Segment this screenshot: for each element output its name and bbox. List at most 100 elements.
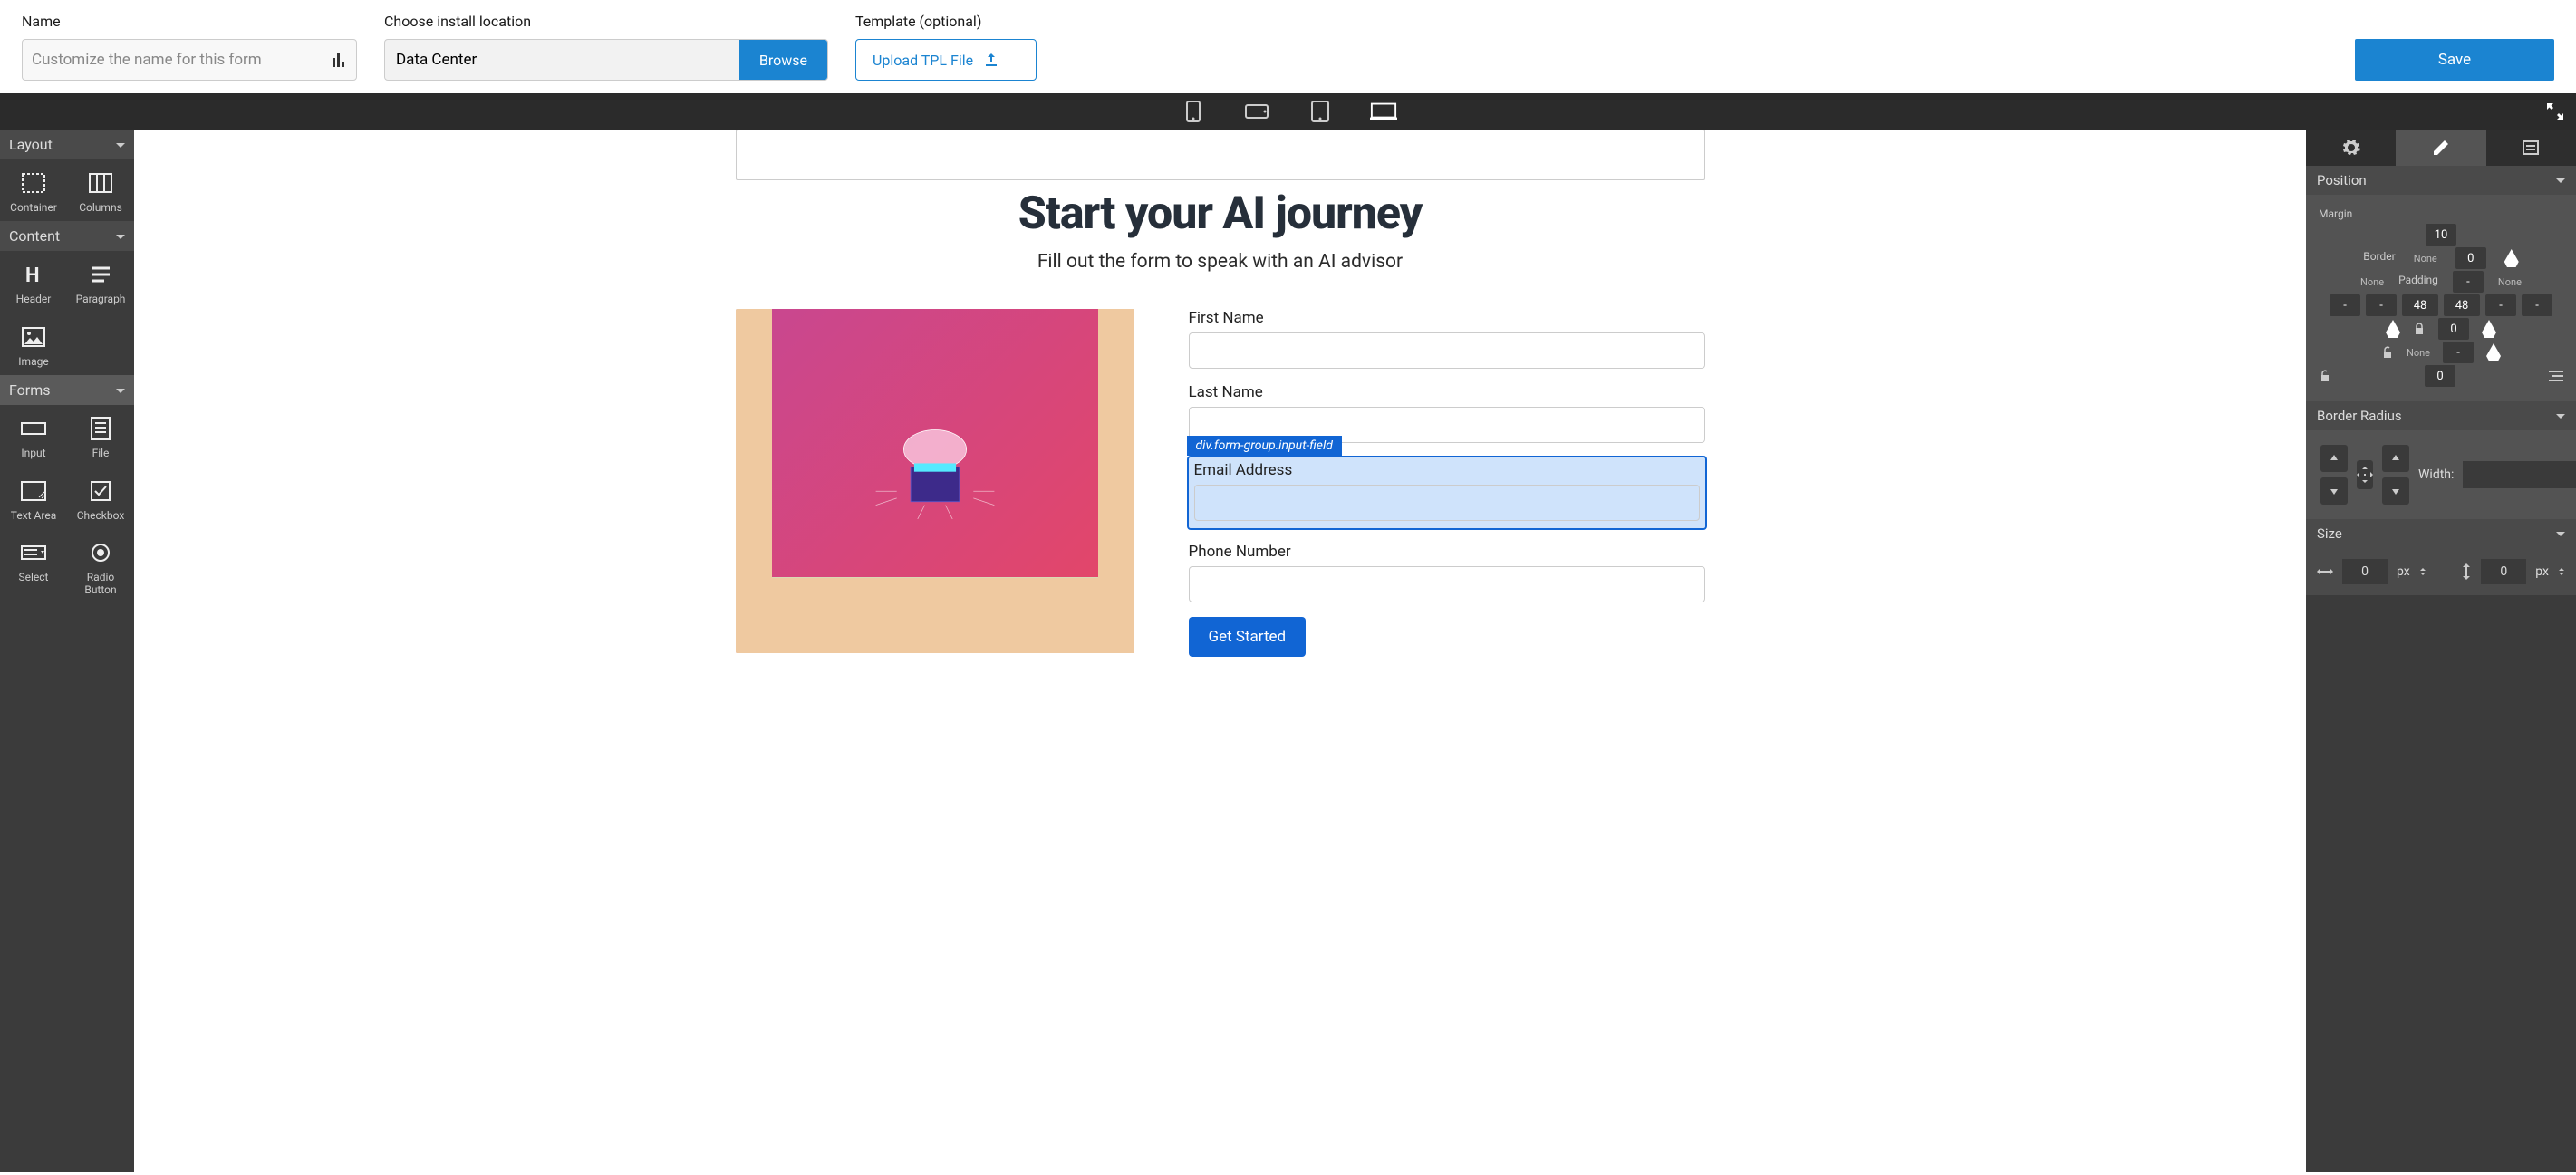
upload-tpl-button[interactable]: Upload TPL File [855,39,1037,81]
section-content[interactable]: Content [0,221,134,251]
border-none-right: None [2498,276,2522,288]
tool-input[interactable]: Input [0,405,67,467]
tool-container[interactable]: Container [0,159,67,221]
tint-icon[interactable] [2504,249,2519,267]
radius-tr-up[interactable] [2382,445,2409,472]
device-phone-icon[interactable] [1180,101,1207,121]
top-config-bar: Name Choose install location Browse Temp… [0,0,2576,93]
size-height-value[interactable]: 0 [2481,559,2526,584]
width-input[interactable] [2463,461,2576,488]
border-right-input[interactable]: - [2485,294,2516,316]
unlock-icon[interactable] [2319,370,2331,382]
align-icon[interactable] [2549,370,2563,382]
device-phone-landscape-icon[interactable] [1243,101,1270,121]
border-top-input[interactable]: 0 [2455,247,2486,269]
border-radius-body: Width: px [2306,430,2576,519]
margin-right-input[interactable]: - [2522,294,2552,316]
tint-icon[interactable] [2482,320,2496,338]
tool-radio[interactable]: Radio Button [67,529,134,604]
move-icon[interactable] [2357,460,2373,489]
container-icon [21,170,46,196]
template-field-group: Template (optional) Upload TPL File [855,13,1037,81]
bars-icon[interactable] [333,53,347,67]
size-height-unit[interactable]: px [2535,564,2549,579]
input-first-name[interactable] [1189,332,1705,369]
gear-icon [2342,139,2360,157]
upload-tpl-label: Upload TPL File [873,52,973,69]
name-input-wrap [22,39,357,81]
section-forms[interactable]: Forms [0,375,134,405]
install-input-wrap: Browse [384,39,828,81]
tool-file[interactable]: File [67,405,134,467]
radio-icon [88,540,113,565]
stepper-icon[interactable] [2558,568,2565,575]
tool-columns[interactable]: Columns [67,159,134,221]
tint-icon[interactable] [2486,343,2501,361]
install-input[interactable] [385,40,739,80]
section-layout[interactable]: Layout [0,130,134,159]
svg-text:H: H [25,265,40,285]
tool-checkbox[interactable]: Checkbox [67,467,134,529]
device-desktop-icon[interactable] [1370,101,1397,121]
tool-header[interactable]: HHeader [0,251,67,313]
stepper-icon[interactable] [2419,568,2426,575]
field-phone[interactable]: Phone Number [1189,543,1705,602]
device-toolbar [0,93,2576,130]
empty-container[interactable] [736,130,1705,180]
input-email[interactable] [1194,485,1700,521]
field-first-name[interactable]: First Name [1189,309,1705,369]
tool-select[interactable]: Select [0,529,67,604]
radius-br-down[interactable] [2382,477,2409,505]
save-button[interactable]: Save [2355,39,2554,81]
submit-button[interactable]: Get Started [1189,617,1307,657]
padding-left-input[interactable]: 48 [2402,294,2438,316]
margin-top-input[interactable]: 10 [2426,224,2456,246]
page-title[interactable]: Start your AI journey [736,188,1705,240]
tab-edit[interactable] [2396,130,2485,166]
panel-border-radius[interactable]: Border Radius [2306,401,2576,430]
select-icon [21,540,46,565]
page-subtitle[interactable]: Fill out the form to speak with an AI ad… [736,251,1705,273]
panel-position[interactable]: Position [2306,166,2576,195]
tool-image[interactable]: Image [0,313,67,375]
chevron-down-icon [2556,408,2565,424]
size-width-value[interactable]: 0 [2342,559,2388,584]
border-label: Border [2363,250,2395,263]
padding-bottom-input[interactable]: - [2443,342,2474,363]
label-phone: Phone Number [1189,543,1705,561]
field-last-name[interactable]: Last Name [1189,383,1705,443]
border-left-input[interactable]: - [2366,294,2397,316]
tool-paragraph[interactable]: Paragraph [67,251,134,313]
lock-icon[interactable] [2413,323,2426,335]
padding-top-input[interactable]: - [2453,271,2484,293]
tool-textarea[interactable]: Text Area [0,467,67,529]
size-width-unit[interactable]: px [2397,564,2410,579]
radius-bl-down[interactable] [2320,477,2348,505]
image-icon [21,324,46,350]
width-arrows-icon [2317,566,2333,577]
center-value[interactable]: 0 [2438,318,2469,340]
fullscreen-icon[interactable] [2547,103,2563,120]
border-bottom-input[interactable]: 0 [2425,365,2455,387]
tint-icon[interactable] [2386,320,2400,338]
name-input[interactable] [32,51,333,69]
padding-right-input[interactable]: 48 [2444,294,2480,316]
label-first-name: First Name [1189,309,1705,327]
chevron-down-icon [2556,525,2565,542]
margin-left-input[interactable]: - [2330,294,2360,316]
main-workspace: Layout Container Columns Content HHeader… [0,130,2576,1172]
browse-button[interactable]: Browse [739,40,827,80]
hero-image[interactable] [736,309,1134,653]
chevron-down-icon [116,381,125,399]
input-phone[interactable] [1189,566,1705,602]
field-email-selected[interactable]: div.form-group.input-field Email Address [1189,457,1705,528]
unlock-icon[interactable] [2381,346,2394,359]
device-tablet-icon[interactable] [1307,101,1334,121]
tab-list[interactable] [2486,130,2576,166]
panel-size[interactable]: Size [2306,519,2576,548]
radius-tl-up[interactable] [2320,445,2348,472]
tab-settings[interactable] [2306,130,2396,166]
properties-panel: Position Margin 10 Border None 0 None Pa… [2306,130,2576,1172]
file-icon [88,416,113,441]
canvas-area[interactable]: Start your AI journey Fill out the form … [134,130,2306,1172]
